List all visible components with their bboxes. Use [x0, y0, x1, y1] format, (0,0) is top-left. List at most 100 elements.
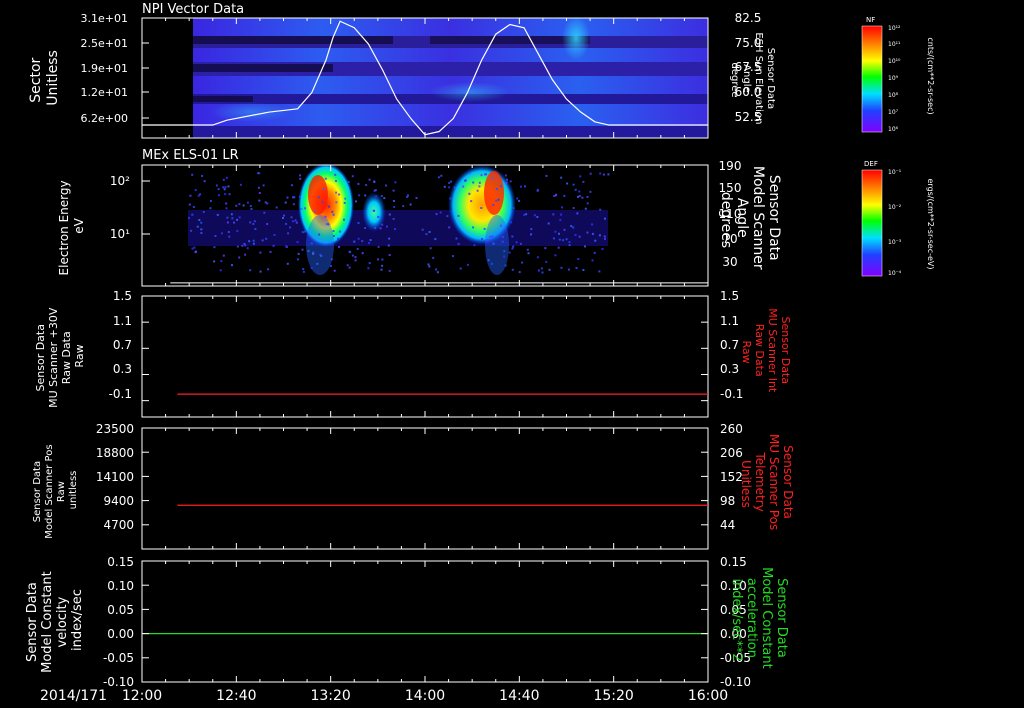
colorbar-def-tick: 10⁻⁴ — [888, 270, 902, 277]
els-speckle — [504, 182, 507, 185]
els-speckle — [192, 206, 195, 208]
npi-right-tick: 82.5 — [735, 11, 762, 25]
els-speckle — [214, 235, 217, 237]
els-speckle — [373, 209, 376, 212]
els-speckle — [392, 189, 395, 192]
els-speckle — [267, 268, 270, 271]
els-speckle — [387, 244, 390, 247]
els-speckle — [582, 180, 585, 183]
els-speckle — [448, 226, 451, 229]
els-speckle — [586, 202, 589, 205]
els-speckle — [299, 177, 302, 180]
els-speckle — [330, 258, 333, 261]
els-speckle — [332, 235, 335, 237]
els-speckle — [530, 228, 533, 231]
els-speckle — [361, 252, 364, 255]
scanner-pos-right-tick: 206 — [720, 446, 743, 460]
els-speckle — [213, 260, 216, 263]
colorbar-nf-tick: 10⁸ — [888, 92, 899, 99]
els-speckle — [518, 199, 521, 202]
els-speckle — [286, 262, 289, 265]
els-speckle — [351, 254, 354, 257]
npi-ytick: 1.9e+01 — [81, 62, 128, 75]
els-speckle — [259, 251, 262, 254]
els-speckle — [318, 233, 321, 236]
els-speckle — [388, 269, 391, 272]
panel-scanner-pos-left-ticks: 23500 18800 14100 9400 4700 — [96, 422, 134, 532]
els-speckle — [246, 247, 249, 250]
els-speckle — [331, 210, 334, 213]
panel-3-x-ticks — [141, 427, 709, 549]
els-speckle — [394, 181, 397, 184]
els-speckle — [188, 217, 190, 220]
mu-30v-right-tick: -0.1 — [720, 387, 743, 401]
els-speckle — [252, 239, 255, 242]
els-speckle — [435, 213, 438, 216]
time-tick-label: 16:00 — [688, 688, 728, 704]
panel-mu-30v-ylabel: Sensor Data MU Scanner +30V Raw Data Raw — [34, 304, 86, 408]
els-speckle — [540, 267, 543, 270]
els-speckle — [248, 240, 251, 243]
time-tick-label: 14:00 — [405, 688, 445, 704]
els-speckle — [194, 189, 197, 192]
els-speckle — [552, 237, 555, 240]
els-speckle — [578, 190, 581, 193]
mu-30v-right-tick: 1.1 — [720, 314, 739, 328]
els-speckle — [601, 248, 604, 250]
els-speckle — [541, 271, 544, 274]
els-speckle — [500, 185, 503, 188]
els-speckle — [554, 230, 557, 233]
els-speckle — [568, 268, 570, 271]
els-speckle — [381, 264, 384, 267]
els-speckle — [224, 193, 227, 196]
els-speckle — [491, 235, 494, 238]
els-speckle — [191, 247, 194, 250]
els-speckle — [492, 204, 495, 206]
els-speckle — [453, 186, 456, 189]
els-speckle — [296, 241, 299, 244]
els-speckle — [299, 174, 302, 177]
els-speckle — [530, 233, 533, 236]
els-speckle — [233, 221, 235, 224]
panel-mu-30v: 1.5 1.1 0.7 0.3 -0.1 Sensor Data MU Scan… — [34, 289, 792, 418]
els-speckle — [297, 252, 300, 255]
els-speckle — [506, 178, 508, 181]
els-speckle — [257, 186, 260, 189]
els-speckle — [338, 193, 341, 196]
els-speckle — [427, 263, 430, 266]
scanner-pos-ytick: 9400 — [103, 494, 134, 508]
els-speckle — [520, 185, 522, 188]
els-speckle — [188, 203, 191, 206]
els-speckle — [489, 235, 492, 238]
els-speckle — [264, 201, 267, 204]
els-speckle — [472, 181, 475, 184]
els-speckle — [222, 254, 225, 257]
els-speckle — [216, 213, 219, 216]
els-speckle — [373, 180, 376, 183]
els-speckle — [570, 225, 573, 228]
els-speckle — [557, 246, 560, 249]
els-speckle — [464, 179, 467, 182]
els-speckle — [189, 194, 192, 197]
els-speckle — [500, 224, 503, 227]
els-speckle — [448, 181, 451, 184]
els-speckle — [338, 246, 341, 248]
els-speckle — [511, 247, 514, 250]
els-speckle — [434, 238, 437, 241]
els-speckle — [361, 240, 364, 243]
panel-velocity-right-label: Sensor Data Model Constant acceleration … — [729, 567, 789, 673]
els-speckle — [457, 242, 460, 245]
els-speckle — [547, 222, 550, 225]
els-speckle — [191, 213, 194, 216]
els-speckle — [335, 191, 338, 194]
els-speckle — [377, 245, 380, 248]
els-speckle — [343, 201, 346, 204]
panel-npi-title: NPI Vector Data — [142, 2, 244, 17]
els-speckle — [334, 173, 337, 176]
colorbar-nf-tick: 10¹² — [888, 25, 901, 32]
els-speckle — [223, 188, 226, 191]
els-speckle — [449, 197, 452, 200]
els-speckle — [374, 226, 377, 229]
els-speckle — [504, 264, 507, 267]
mu-30v-right-tick: 0.7 — [720, 338, 739, 352]
